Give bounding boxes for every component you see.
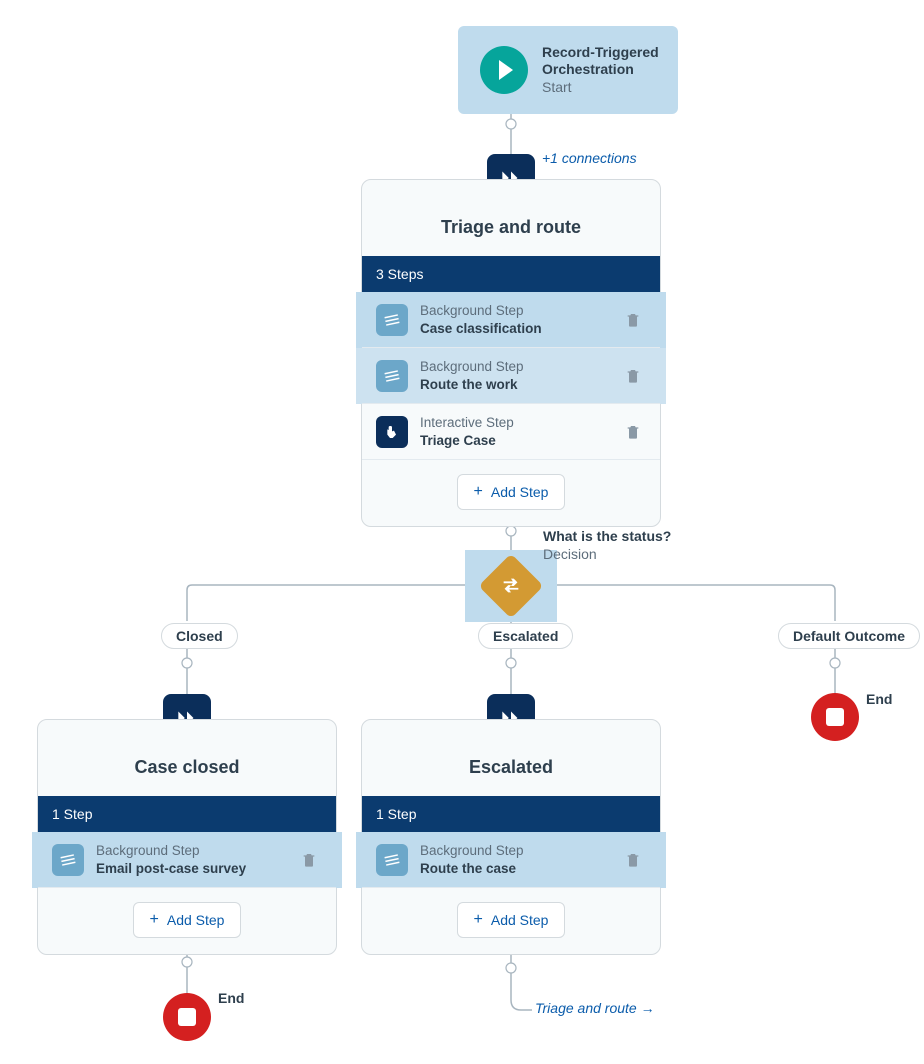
step-row[interactable]: Background Step Email post-case survey xyxy=(38,832,336,888)
outcome-pill-escalated[interactable]: Escalated xyxy=(478,623,573,649)
background-step-icon xyxy=(376,304,408,336)
step-name: Email post-case survey xyxy=(96,860,284,878)
delete-step-button[interactable] xyxy=(620,419,646,445)
stage-title: Escalated xyxy=(362,720,660,796)
end-node-default[interactable] xyxy=(811,693,859,741)
stage-title: Case closed xyxy=(38,720,336,796)
delete-step-button[interactable] xyxy=(620,307,646,333)
add-step-label: Add Step xyxy=(167,912,225,928)
stage-card-closed[interactable]: Case closed 1 Step Background Step Email… xyxy=(37,719,337,955)
goto-target: Triage and route xyxy=(535,1000,637,1016)
decision-label: What is the status? Decision xyxy=(543,527,671,563)
stage-card-escalated[interactable]: Escalated 1 Step Background Step Route t… xyxy=(361,719,661,955)
background-step-icon xyxy=(376,844,408,876)
step-type: Interactive Step xyxy=(420,414,608,432)
decision-question: What is the status? xyxy=(543,527,671,545)
step-row[interactable]: Background Step Route the work xyxy=(362,348,660,404)
stop-icon xyxy=(178,1008,196,1026)
goto-link[interactable]: Triage and route → xyxy=(535,1000,655,1016)
stage-card-triage[interactable]: Triage and route 3 Steps Background Step… xyxy=(361,179,661,527)
stage-title: Triage and route xyxy=(362,180,660,256)
trash-icon xyxy=(625,312,641,328)
step-name: Route the work xyxy=(420,376,608,394)
trash-icon xyxy=(625,368,641,384)
add-step-button[interactable]: + Add Step xyxy=(133,902,242,938)
background-step-icon xyxy=(376,360,408,392)
outcome-pill-closed[interactable]: Closed xyxy=(161,623,238,649)
step-type: Background Step xyxy=(420,302,608,320)
arrow-right-icon: → xyxy=(641,1000,655,1016)
start-title-line2: Orchestration xyxy=(542,61,659,79)
decision-type: Decision xyxy=(543,545,671,563)
plus-icon: + xyxy=(474,483,483,501)
play-icon xyxy=(480,46,528,94)
trash-icon xyxy=(625,424,641,440)
step-name: Case classification xyxy=(420,320,608,338)
add-step-button[interactable]: + Add Step xyxy=(457,902,566,938)
plus-icon: + xyxy=(474,911,483,929)
delete-step-button[interactable] xyxy=(296,847,322,873)
step-type: Background Step xyxy=(420,358,608,376)
background-step-icon xyxy=(52,844,84,876)
step-name: Triage Case xyxy=(420,432,608,450)
decision-icon xyxy=(478,553,543,618)
add-step-button[interactable]: + Add Step xyxy=(457,474,566,510)
delete-step-button[interactable] xyxy=(620,847,646,873)
steps-header: 1 Step xyxy=(362,796,660,832)
trash-icon xyxy=(301,852,317,868)
step-row[interactable]: Background Step Case classification xyxy=(362,292,660,348)
start-label-group: Record-Triggered Orchestration Start xyxy=(542,44,659,97)
start-node[interactable]: Record-Triggered Orchestration Start xyxy=(458,26,678,114)
steps-header: 3 Steps xyxy=(362,256,660,292)
outcome-pill-default[interactable]: Default Outcome xyxy=(778,623,920,649)
add-step-label: Add Step xyxy=(491,912,549,928)
interactive-step-icon xyxy=(376,416,408,448)
add-step-label: Add Step xyxy=(491,484,549,500)
step-type: Background Step xyxy=(420,842,608,860)
end-label-default: End xyxy=(866,691,892,707)
step-type: Background Step xyxy=(96,842,284,860)
start-subtitle: Start xyxy=(542,79,659,97)
end-label-closed: End xyxy=(218,990,244,1006)
extra-connections-link[interactable]: +1 connections xyxy=(542,150,637,166)
step-name: Route the case xyxy=(420,860,608,878)
steps-header: 1 Step xyxy=(38,796,336,832)
start-title-line1: Record-Triggered xyxy=(542,44,659,62)
stop-icon xyxy=(826,708,844,726)
delete-step-button[interactable] xyxy=(620,363,646,389)
step-row[interactable]: Interactive Step Triage Case xyxy=(362,404,660,460)
step-row[interactable]: Background Step Route the case xyxy=(362,832,660,888)
plus-icon: + xyxy=(150,911,159,929)
end-node-closed[interactable] xyxy=(163,993,211,1041)
trash-icon xyxy=(625,852,641,868)
